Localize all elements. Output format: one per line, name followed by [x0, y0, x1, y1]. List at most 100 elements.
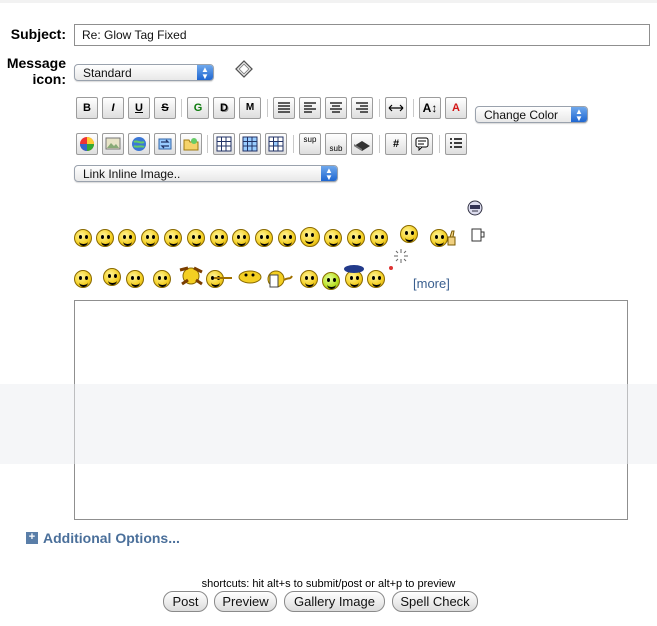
- list-button[interactable]: [445, 133, 467, 155]
- font-color-button[interactable]: A: [445, 97, 467, 119]
- smiley-icon[interactable]: [187, 229, 205, 247]
- smiley-icon[interactable]: [141, 229, 159, 247]
- subject-input[interactable]: Re: Glow Tag Fixed: [74, 24, 650, 46]
- insert-folder-button[interactable]: [180, 133, 202, 155]
- hiding-smiley-icon[interactable]: [266, 268, 294, 290]
- toolbar-separator: [379, 135, 380, 153]
- gallery-image-button[interactable]: Gallery Image: [284, 591, 385, 612]
- shortcuts-hint: shortcuts: hit alt+s to submit/post or a…: [201, 578, 456, 590]
- preview-button[interactable]: Preview: [214, 591, 277, 612]
- change-color-select[interactable]: Change Color ▲ ▼: [475, 106, 588, 123]
- toolbar-separator: [181, 99, 182, 117]
- top-rule: [0, 0, 657, 3]
- insert-table-button[interactable]: [213, 133, 235, 155]
- italic-button[interactable]: I: [102, 97, 124, 119]
- select-arrows-icon: ▲ ▼: [321, 166, 337, 182]
- smiley-icon[interactable]: [74, 270, 92, 288]
- insert-table-row-button[interactable]: [239, 133, 261, 155]
- pointing-smiley-icon[interactable]: [212, 272, 234, 284]
- insert-link-button[interactable]: [128, 133, 150, 155]
- align-right-button[interactable]: [351, 97, 373, 119]
- message-textarea[interactable]: [74, 300, 628, 520]
- more-smileys-link[interactable]: [more]: [413, 276, 450, 291]
- smiley-icon[interactable]: [370, 229, 388, 247]
- smiley-icon[interactable]: [164, 229, 182, 247]
- robot-smiley-icon[interactable]: [467, 200, 483, 216]
- strikethrough-button[interactable]: S: [154, 97, 176, 119]
- link-inline-image-value: Link Inline Image..: [83, 167, 181, 181]
- align-left-button[interactable]: [299, 97, 321, 119]
- folder-icon: [183, 138, 199, 151]
- smiley-icon[interactable]: [300, 270, 318, 288]
- toolbar-separator: [267, 99, 268, 117]
- select-arrows-icon: ▲ ▼: [197, 65, 213, 81]
- smiley-icon[interactable]: [96, 229, 114, 247]
- flying-smiley-icon[interactable]: [237, 266, 263, 286]
- subscript-button[interactable]: sub: [325, 133, 347, 155]
- smiley-icon[interactable]: [153, 270, 171, 288]
- change-color-value: Change Color: [484, 108, 559, 122]
- code-button[interactable]: [351, 133, 373, 155]
- color-wheel-button[interactable]: [76, 133, 98, 155]
- smiley-icon[interactable]: [367, 270, 385, 288]
- marquee-button[interactable]: M: [239, 97, 261, 119]
- message-icon-select[interactable]: Standard ▲ ▼: [74, 64, 214, 81]
- smiley-icon[interactable]: [400, 225, 418, 243]
- ink-pad-icon: [354, 141, 370, 151]
- bullet-list-icon: [450, 138, 462, 148]
- message-icon-select-value: Standard: [83, 66, 132, 80]
- link-inline-image-select[interactable]: Link Inline Image.. ▲ ▼: [74, 165, 338, 182]
- smiley-icon[interactable]: [232, 229, 250, 247]
- superscript-button[interactable]: sup: [299, 133, 321, 155]
- toolbar-separator: [413, 99, 414, 117]
- horizontal-rule-button[interactable]: [385, 97, 407, 119]
- message-icon-label-line2: icon:: [32, 71, 66, 87]
- smiley-icon[interactable]: [74, 229, 92, 247]
- sparkle-icon: [394, 249, 408, 263]
- smiley-icon[interactable]: [300, 227, 320, 247]
- message-icon-preview-icon: [235, 60, 253, 78]
- toolbar-separator: [439, 135, 440, 153]
- smiley-icon[interactable]: [210, 229, 228, 247]
- select-arrows-icon: ▲ ▼: [571, 107, 587, 123]
- toolbar-separator: [379, 99, 380, 117]
- hash-button[interactable]: #: [385, 133, 407, 155]
- speech-bubble-icon: [415, 137, 429, 152]
- quote-button[interactable]: [411, 133, 433, 155]
- horizontal-rule-icon: [388, 104, 404, 112]
- insert-email-button[interactable]: [154, 133, 176, 155]
- insert-image-button[interactable]: [102, 133, 124, 155]
- smiley-icon[interactable]: [324, 229, 342, 247]
- color-wheel-icon: [80, 137, 94, 151]
- swap-icon: [158, 138, 172, 150]
- bold-button[interactable]: B: [76, 97, 98, 119]
- smiley-icon[interactable]: [347, 229, 365, 247]
- expand-plus-icon[interactable]: +: [26, 532, 38, 544]
- align-left-icon: [304, 102, 316, 113]
- thumbs-up-icon[interactable]: [446, 229, 458, 247]
- smiley-icon[interactable]: [322, 272, 340, 290]
- smiley-icon[interactable]: [118, 229, 136, 247]
- glow-button[interactable]: G: [187, 97, 209, 119]
- insert-table-cell-button[interactable]: [265, 133, 287, 155]
- spell-check-button[interactable]: Spell Check: [392, 591, 478, 612]
- smiley-icon[interactable]: [103, 268, 121, 286]
- post-button[interactable]: Post: [163, 591, 208, 612]
- shadow-button[interactable]: D: [213, 97, 235, 119]
- table-cell-icon: [268, 136, 284, 152]
- toolbar-separator: [207, 135, 208, 153]
- mug-icon[interactable]: [470, 227, 486, 243]
- table-icon: [216, 136, 232, 152]
- smiley-icon[interactable]: [255, 229, 273, 247]
- preformatted-button[interactable]: [273, 97, 295, 119]
- align-center-button[interactable]: [325, 97, 347, 119]
- smiley-icon[interactable]: [278, 229, 296, 247]
- dancing-smiley-icon[interactable]: [178, 264, 204, 288]
- police-cap-icon: [344, 265, 364, 273]
- font-size-button[interactable]: A↕: [419, 97, 441, 119]
- underline-button[interactable]: U: [128, 97, 150, 119]
- message-icon-label-line1: Message: [6, 55, 66, 71]
- message-icon-label: Message icon:: [0, 55, 66, 87]
- additional-options-link[interactable]: Additional Options...: [43, 530, 180, 546]
- smiley-icon[interactable]: [126, 270, 144, 288]
